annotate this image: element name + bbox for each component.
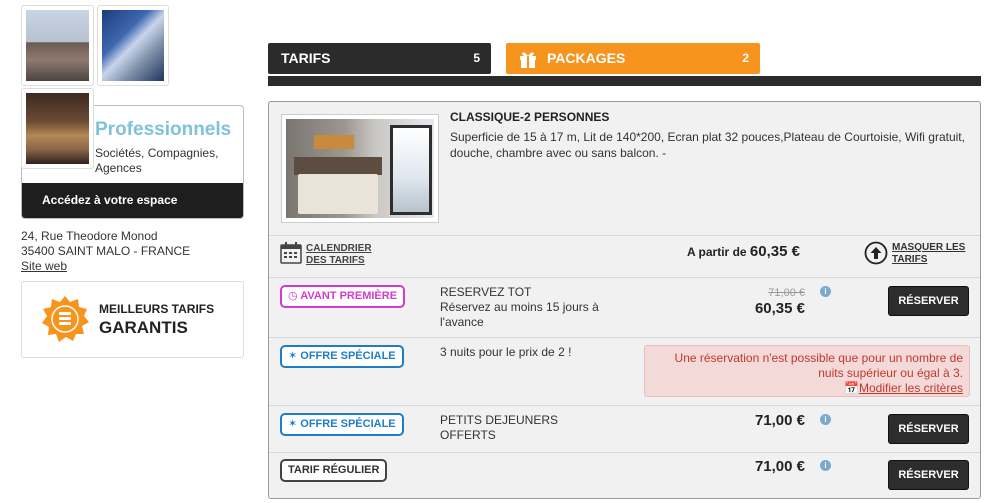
star-icon: ✶: [288, 418, 298, 430]
best-rate-guarantee[interactable]: MEILLEURS TARIFS GARANTIS: [21, 281, 244, 358]
guarantee-badge-icon: [42, 296, 89, 342]
from-label: A partir de: [687, 245, 747, 259]
tab-packages-label: PACKAGES: [547, 50, 626, 66]
from-price-value: 60,35 €: [749, 243, 800, 260]
hotel-address: 24, Rue Theodore Monod 35400 SAINT MALO …: [21, 229, 190, 274]
pro-box: Professionnels Sociétés, Compagnies, Age…: [21, 88, 244, 219]
hotel-thumbnail-3[interactable]: [21, 88, 94, 169]
offer-name: RESERVEZ TOT Réservez au moins 15 jours …: [440, 285, 610, 330]
website-link[interactable]: Site web: [21, 259, 190, 274]
reserve-button[interactable]: RÉSERVER: [888, 414, 969, 444]
hotel-thumbnail-2[interactable]: [97, 5, 169, 86]
tab-underline-bar: [268, 76, 981, 86]
star-icon: ✶: [288, 350, 298, 362]
old-price: 71,00 €: [768, 287, 805, 299]
room-image: [286, 119, 434, 218]
tab-tarifs[interactable]: TARIFS 5: [268, 43, 491, 74]
offer-title: 3 nuits pour le prix de 2 !: [440, 345, 572, 359]
divider: [269, 235, 980, 236]
guarantee-line2: GARANTIS: [99, 318, 188, 337]
offer-price: 71,00 €: [754, 458, 805, 475]
gift-icon: [520, 52, 536, 68]
reserve-button[interactable]: RÉSERVER: [888, 286, 969, 316]
offer-badge-label: AVANT PREMIÈRE: [300, 290, 398, 302]
calendar-link-line2: DES TARIFS: [306, 255, 365, 266]
arrow-up-circle-icon[interactable]: [864, 241, 888, 265]
offer-badge-label: OFFRE SPÉCIALE: [300, 418, 396, 430]
offer-row-3-nights: ✶ OFFRE SPÉCIALE 3 nuits pour le prix de…: [269, 338, 980, 405]
info-icon[interactable]: i: [820, 286, 831, 297]
calendar-icon[interactable]: [280, 242, 302, 264]
calendar-small-icon: 📅: [844, 381, 859, 395]
offer-badge: ◷ AVANT PREMIÈRE: [280, 285, 406, 308]
modify-criteria-label: Modifier les critères: [858, 381, 963, 395]
address-city: 35400 SAINT MALO - FRANCE: [21, 244, 191, 258]
offer-price: 60,35 €: [754, 300, 805, 317]
hotel-photo-lobby: [26, 93, 89, 164]
calendar-link-line1: CALENDRIER: [306, 243, 372, 254]
offer-row-breakfast: ✶ OFFRE SPÉCIALE PETITS DEJEUNERS OFFERT…: [269, 406, 980, 452]
offer-price: 71,00 €: [754, 412, 805, 429]
hotel-photo-exterior: [26, 10, 89, 81]
info-icon[interactable]: i: [820, 414, 831, 425]
info-icon[interactable]: i: [820, 460, 831, 471]
pro-access-button[interactable]: Accédez à votre espace: [22, 183, 243, 218]
hide-rates-link[interactable]: MASQUER LES TARIFS: [892, 242, 965, 266]
offer-title: PETITS DEJEUNERS OFFERTS: [440, 413, 559, 442]
offer-row-regular: TARIF RÉGULIER 71,00 € i RÉSERVER: [269, 453, 980, 498]
offer-row-early: ◷ AVANT PREMIÈRE RESERVEZ TOT Réservez a…: [269, 278, 980, 337]
warning-text: Une réservation n'est possible que pour …: [674, 351, 963, 380]
offer-badge: ✶ OFFRE SPÉCIALE: [280, 345, 404, 368]
from-price: A partir de 60,35 €: [687, 243, 800, 260]
offer-badge-label: OFFRE SPÉCIALE: [300, 350, 396, 362]
pro-title: Professionnels: [95, 119, 232, 140]
room-title: CLASSIQUE-2 PERSONNES: [450, 110, 610, 124]
tab-packages[interactable]: PACKAGES 2: [506, 43, 760, 74]
offer-detail: Réservez au moins 15 jours à l'avance: [440, 300, 599, 329]
reserve-button[interactable]: RÉSERVER: [888, 460, 969, 490]
room-panel: CLASSIQUE-2 PERSONNES Superficie de 15 à…: [268, 101, 981, 499]
room-photo[interactable]: [281, 114, 439, 223]
guarantee-line1: MEILLEURS TARIFS: [99, 302, 215, 316]
hide-rates-line2: TARIFS: [892, 254, 928, 265]
offer-title: RESERVEZ TOT: [440, 285, 532, 299]
tab-tarifs-label: TARIFS: [281, 50, 331, 66]
minimum-nights-warning: Une réservation n'est possible que pour …: [644, 345, 970, 397]
tab-packages-count: 2: [742, 51, 749, 65]
clock-icon: ◷: [288, 290, 298, 302]
offer-badge: ✶ OFFRE SPÉCIALE: [280, 413, 404, 436]
tab-tarifs-count: 5: [473, 51, 480, 65]
hotel-photo-facade: [102, 10, 164, 81]
pro-description: Sociétés, Compagnies, Agences: [95, 146, 219, 175]
calendar-link[interactable]: CALENDRIER DES TARIFS: [306, 243, 372, 267]
modify-criteria-link[interactable]: 📅Modifier les critères: [651, 381, 963, 396]
hotel-thumbnail-1[interactable]: [21, 5, 94, 86]
offer-badge: TARIF RÉGULIER: [280, 459, 388, 482]
hide-rates-line1: MASQUER LES: [892, 242, 966, 253]
room-description: Superficie de 15 à 17 m, Lit de 140*200,…: [450, 130, 965, 160]
address-street: 24, Rue Theodore Monod: [21, 229, 158, 243]
